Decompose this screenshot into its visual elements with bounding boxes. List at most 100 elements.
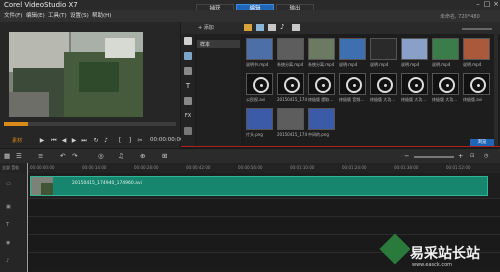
close-button[interactable]: × xyxy=(492,1,500,8)
browse-button[interactable]: 浏览 xyxy=(470,139,494,146)
media-thumbnail[interactable] xyxy=(246,38,273,60)
timecode: 00:00:00:00 xyxy=(150,137,184,143)
library-folder-list xyxy=(196,34,241,146)
folder-icon[interactable] xyxy=(244,24,252,31)
media-thumbnail[interactable] xyxy=(339,38,366,60)
ruler-tick: 00:01:52:00 xyxy=(446,165,471,170)
split-icon[interactable]: ✂ xyxy=(136,137,144,145)
music-track-icon: ♪ xyxy=(6,258,10,264)
mark-in-icon[interactable]: [ xyxy=(116,137,124,145)
media-thumbnail[interactable] xyxy=(432,73,459,95)
media-thumbnail[interactable] xyxy=(370,38,397,60)
redo-icon[interactable]: ↷ xyxy=(72,152,77,160)
zoom-slider[interactable] xyxy=(462,28,492,30)
audio-disc-icon xyxy=(377,77,393,93)
transition-icon[interactable] xyxy=(184,67,192,75)
zoom-out-icon[interactable]: − xyxy=(404,152,409,160)
media-thumbnail-label: 系统分离.mp4 xyxy=(277,62,304,67)
graphics-icon[interactable] xyxy=(184,97,192,105)
media-thumbnail[interactable] xyxy=(308,73,335,95)
repeat-icon[interactable]: ↻ xyxy=(92,137,100,145)
media-thumbnail[interactable] xyxy=(463,73,490,95)
undo-icon[interactable]: ↶ xyxy=(60,152,65,160)
ruler-tick: 00:01:38:00 xyxy=(394,165,419,170)
title-icon[interactable]: T xyxy=(184,82,192,90)
timeline-zoom-slider[interactable] xyxy=(414,156,454,158)
video-clip[interactable] xyxy=(30,176,488,196)
menu-help[interactable]: 帮助(H) xyxy=(92,12,111,21)
zoom-in-icon[interactable]: + xyxy=(458,152,463,160)
menu-edit[interactable]: 编辑(E) xyxy=(26,12,45,21)
track-manager-icon[interactable]: ≡ xyxy=(38,152,43,160)
play-icon[interactable]: ▶ xyxy=(38,137,46,145)
media-thumbnail[interactable] xyxy=(370,73,397,95)
audio-disc-icon xyxy=(408,77,424,93)
ruler-tick: 00:00:28:00 xyxy=(134,165,159,170)
track-head-label: 全部 音轨 xyxy=(2,165,20,170)
fit-icon[interactable]: ⊡ xyxy=(470,152,474,160)
record-capture-icon[interactable]: ◎ xyxy=(98,152,104,160)
mark-out-icon[interactable]: ] xyxy=(126,137,134,145)
subtitle-editor-icon[interactable]: ⊞ xyxy=(162,152,167,160)
video-preview[interactable] xyxy=(9,32,143,117)
volume-icon[interactable]: ♪ xyxy=(102,137,110,145)
title-track-icon: T xyxy=(6,222,10,228)
media-thumbnail[interactable] xyxy=(277,38,304,60)
auto-music-icon[interactable]: ♫ xyxy=(118,152,124,160)
media-thumbnail-label: 终极版 大功... xyxy=(370,97,396,102)
ruler-tick: 00:00:00:00 xyxy=(30,165,55,170)
media-thumbnail-label: 说明.mp4 xyxy=(432,62,451,67)
voice-track-icon: ◉ xyxy=(6,240,11,246)
media-thumbnail[interactable] xyxy=(308,38,335,60)
ruler-tick: 00:01:24:00 xyxy=(342,165,367,170)
skip-start-icon[interactable]: ⏮ xyxy=(50,137,58,145)
overlay-track[interactable] xyxy=(28,198,500,216)
menu-settings[interactable]: 设置(S) xyxy=(70,12,89,21)
scrub-bar[interactable] xyxy=(4,122,176,126)
minimize-button[interactable]: – xyxy=(474,1,482,8)
photo-filter-icon[interactable] xyxy=(268,24,276,31)
media-thumbnail[interactable] xyxy=(401,73,428,95)
menu-file[interactable]: 文件(F) xyxy=(4,12,22,21)
playhead[interactable] xyxy=(27,163,28,272)
next-frame-icon[interactable]: ▶ xyxy=(70,137,78,145)
sort-icon[interactable] xyxy=(292,24,300,31)
music-filter-icon[interactable]: ♪ xyxy=(280,23,284,31)
media-thumbnail[interactable] xyxy=(308,108,335,130)
skip-end-icon[interactable]: ⏭ xyxy=(80,137,88,145)
prev-frame-icon[interactable]: ◀ xyxy=(60,137,68,145)
media-thumbnail[interactable] xyxy=(463,38,490,60)
media-thumbnail[interactable] xyxy=(277,108,304,130)
media-thumbnail[interactable] xyxy=(246,73,273,95)
storyboard-view-icon[interactable]: ▦ xyxy=(4,152,10,160)
mode-label[interactable]: 素材 xyxy=(8,137,26,145)
separator-marker xyxy=(181,146,500,147)
fx-icon[interactable]: FX xyxy=(184,112,192,120)
timeline-view-icon[interactable]: ☰ xyxy=(16,152,22,160)
audio-disc-icon xyxy=(284,77,300,93)
watermark-text: 易采站长站 xyxy=(410,246,480,262)
media-thumbnail[interactable] xyxy=(432,38,459,60)
video-filter-icon[interactable] xyxy=(256,24,264,31)
media-thumbnail-label: 终极版 大功... xyxy=(432,97,458,102)
media-thumbnail[interactable] xyxy=(401,38,428,60)
media-icon[interactable] xyxy=(184,37,192,45)
add-button[interactable]: + 添加 xyxy=(198,24,214,31)
library-scrollbar[interactable] xyxy=(494,34,498,146)
app-title: Corel VideoStudio X7 xyxy=(4,1,78,9)
instant-project-icon[interactable] xyxy=(184,52,192,60)
media-thumbnail-label: 说明.mp4 xyxy=(463,62,482,67)
audio-disc-icon xyxy=(346,77,362,93)
motion-tracking-icon[interactable]: ⊕ xyxy=(140,152,145,160)
duration-icon[interactable]: ◷ xyxy=(484,152,488,160)
audio-disc-icon xyxy=(439,77,455,93)
media-thumbnail[interactable] xyxy=(246,108,273,130)
menu-tools[interactable]: 工具(T) xyxy=(48,12,67,21)
maximize-button[interactable]: □ xyxy=(483,1,491,8)
media-thumbnail-label: 终极版 提取... xyxy=(308,97,334,102)
media-thumbnail[interactable] xyxy=(339,73,366,95)
media-thumbnail[interactable] xyxy=(277,73,304,95)
project-info: 未命名, 720*480 xyxy=(440,14,480,20)
watermark-url: www.easck.com xyxy=(412,262,453,268)
path-icon[interactable] xyxy=(184,127,192,135)
